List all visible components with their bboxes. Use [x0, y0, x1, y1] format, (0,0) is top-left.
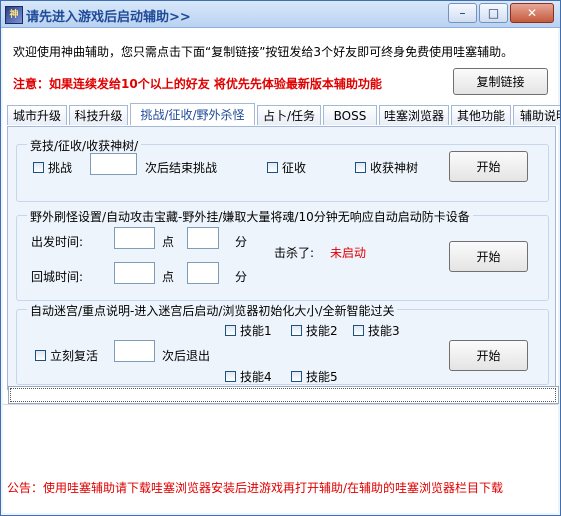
tab-5[interactable]: BOSS — [323, 105, 377, 125]
kills-status: 未启动 — [330, 246, 367, 260]
skill3-label: 技能3 — [368, 324, 400, 338]
skill5-label: 技能5 — [306, 370, 338, 384]
checkbox-box — [225, 371, 236, 382]
checkbox-box — [291, 371, 302, 382]
challenge-count-input[interactable] — [90, 153, 137, 175]
skill3-checkbox[interactable]: 技能3 — [353, 322, 400, 339]
tab-3[interactable]: 挑战/征收/野外杀怪 — [130, 103, 255, 125]
return-hour-input[interactable] — [114, 262, 155, 284]
notice-text: 注意：如果连续发给10个以上的好友 将优先先体验最新版本辅助功能 — [13, 77, 382, 91]
return-time-label: 回城时间: — [31, 270, 84, 284]
maximize-button[interactable]: □ — [479, 3, 508, 23]
challenge-label: 挑战 — [48, 161, 73, 175]
exit-suffix: 次后退出 — [162, 349, 211, 363]
tab-7[interactable]: 其他功能 — [451, 105, 511, 125]
challenge-checkbox[interactable]: 挑战 — [33, 159, 72, 176]
return-minute-input[interactable] — [187, 262, 219, 284]
announcement-text: 公告：使用哇塞辅助请下载哇塞浏览器安装后进游戏再打开辅助/在辅助的哇塞浏览器栏目… — [7, 481, 504, 495]
app-logo-icon: 神 — [5, 6, 23, 24]
maximize-icon: □ — [487, 6, 500, 20]
depart-minute-unit: 分 — [235, 235, 248, 249]
skill1-label: 技能1 — [240, 324, 272, 338]
start-button-arena[interactable]: 开始 — [449, 151, 528, 182]
depart-hour-unit: 点 — [162, 235, 175, 249]
depart-minute-input[interactable] — [187, 227, 219, 249]
horizontal-scrollbar[interactable] — [8, 386, 559, 404]
checkbox-box — [291, 325, 302, 336]
group-field-title: 野外刷怪设置/自动攻击宝藏-野外挂/嫌取大量将魂/10分钟无响应自动启动防卡设备 — [27, 208, 473, 225]
close-icon: ✕ — [526, 6, 538, 20]
start-button-maze[interactable]: 开始 — [449, 340, 528, 371]
window-title: 请先进入游戏后启动辅助>> — [26, 10, 191, 25]
revive-label: 立刻复活 — [50, 349, 99, 363]
return-minute-unit: 分 — [235, 270, 248, 284]
skill2-checkbox[interactable]: 技能2 — [291, 322, 338, 339]
skill2-label: 技能2 — [306, 324, 338, 338]
minimize-icon: – — [459, 6, 466, 20]
revive-checkbox[interactable]: 立刻复活 — [35, 347, 98, 364]
checkbox-box — [267, 162, 278, 173]
checkbox-box — [35, 350, 46, 361]
skill1-checkbox[interactable]: 技能1 — [225, 322, 272, 339]
tab-bar: 城市升级科技升级挑战/征收/野外杀怪占卜/任务BOSS哇塞浏览器其他功能辅助说明 — [7, 103, 560, 126]
title-bar[interactable]: 神 请先进入游戏后启动辅助>> – □ ✕ — [1, 1, 560, 28]
harvest-tree-checkbox[interactable]: 收获神树 — [355, 159, 418, 176]
collect-checkbox[interactable]: 征收 — [267, 159, 306, 176]
main-window: 神 请先进入游戏后启动辅助>> – □ ✕ 欢迎使用神曲辅助，您只需点击下面“复… — [0, 0, 561, 516]
checkbox-box — [225, 325, 236, 336]
tab-6[interactable]: 哇塞浏览器 — [379, 105, 449, 125]
minimize-button[interactable]: – — [448, 3, 477, 23]
kills-label: 击杀了: — [274, 246, 315, 260]
window-controls: – □ ✕ — [448, 3, 554, 23]
challenge-suffix: 次后结束挑战 — [145, 161, 218, 175]
scrollbar-thumb[interactable] — [10, 388, 556, 402]
collect-label: 征收 — [282, 161, 307, 175]
skill5-checkbox[interactable]: 技能5 — [291, 368, 338, 385]
exit-count-input[interactable] — [114, 340, 155, 362]
skill4-label: 技能4 — [240, 370, 272, 384]
tab-1[interactable]: 城市升级 — [7, 105, 67, 125]
depart-time-label: 出发时间: — [31, 235, 84, 249]
checkbox-box — [33, 162, 44, 173]
skill4-checkbox[interactable]: 技能4 — [225, 368, 272, 385]
tab-8[interactable]: 辅助说明 — [513, 105, 560, 125]
harvest-tree-label: 收获神树 — [370, 161, 419, 175]
tab-2[interactable]: 科技升级 — [69, 105, 128, 125]
tab-4[interactable]: 占卜/任务 — [257, 105, 321, 125]
return-hour-unit: 点 — [162, 270, 175, 284]
checkbox-box — [355, 162, 366, 173]
client-area: 欢迎使用神曲辅助，您只需点击下面“复制链接”按钮发给3个好友即可终身免费使用哇塞… — [3, 28, 560, 513]
group-arena-title: 竞技/征收/收获神树/ — [27, 137, 142, 154]
group-maze-title: 自动迷宫/重点说明-进入迷宫后启动/浏览器初始化大小/全新智能过关 — [27, 302, 398, 319]
group-maze: 自动迷宫/重点说明-进入迷宫后启动/浏览器初始化大小/全新智能过关 技能1 技能… — [16, 302, 549, 385]
tab-panel-challenge: 竞技/征收/收获神树/ 挑战 次后结束挑战 征收 收获神树 开始 野外刷怪设置/… — [7, 126, 556, 390]
start-button-field[interactable]: 开始 — [449, 241, 528, 272]
welcome-text: 欢迎使用神曲辅助，您只需点击下面“复制链接”按钮发给3个好友即可终身免费使用哇塞… — [13, 45, 514, 59]
checkbox-box — [353, 325, 364, 336]
copy-link-button[interactable]: 复制链接 — [453, 68, 548, 95]
log-area — [3, 404, 558, 469]
group-arena: 竞技/征收/收获神树/ 挑战 次后结束挑战 征收 收获神树 开始 — [16, 137, 549, 202]
group-field: 野外刷怪设置/自动攻击宝藏-野外挂/嫌取大量将魂/10分钟无响应自动启动防卡设备… — [16, 208, 549, 301]
depart-hour-input[interactable] — [114, 227, 155, 249]
close-button[interactable]: ✕ — [510, 3, 554, 23]
